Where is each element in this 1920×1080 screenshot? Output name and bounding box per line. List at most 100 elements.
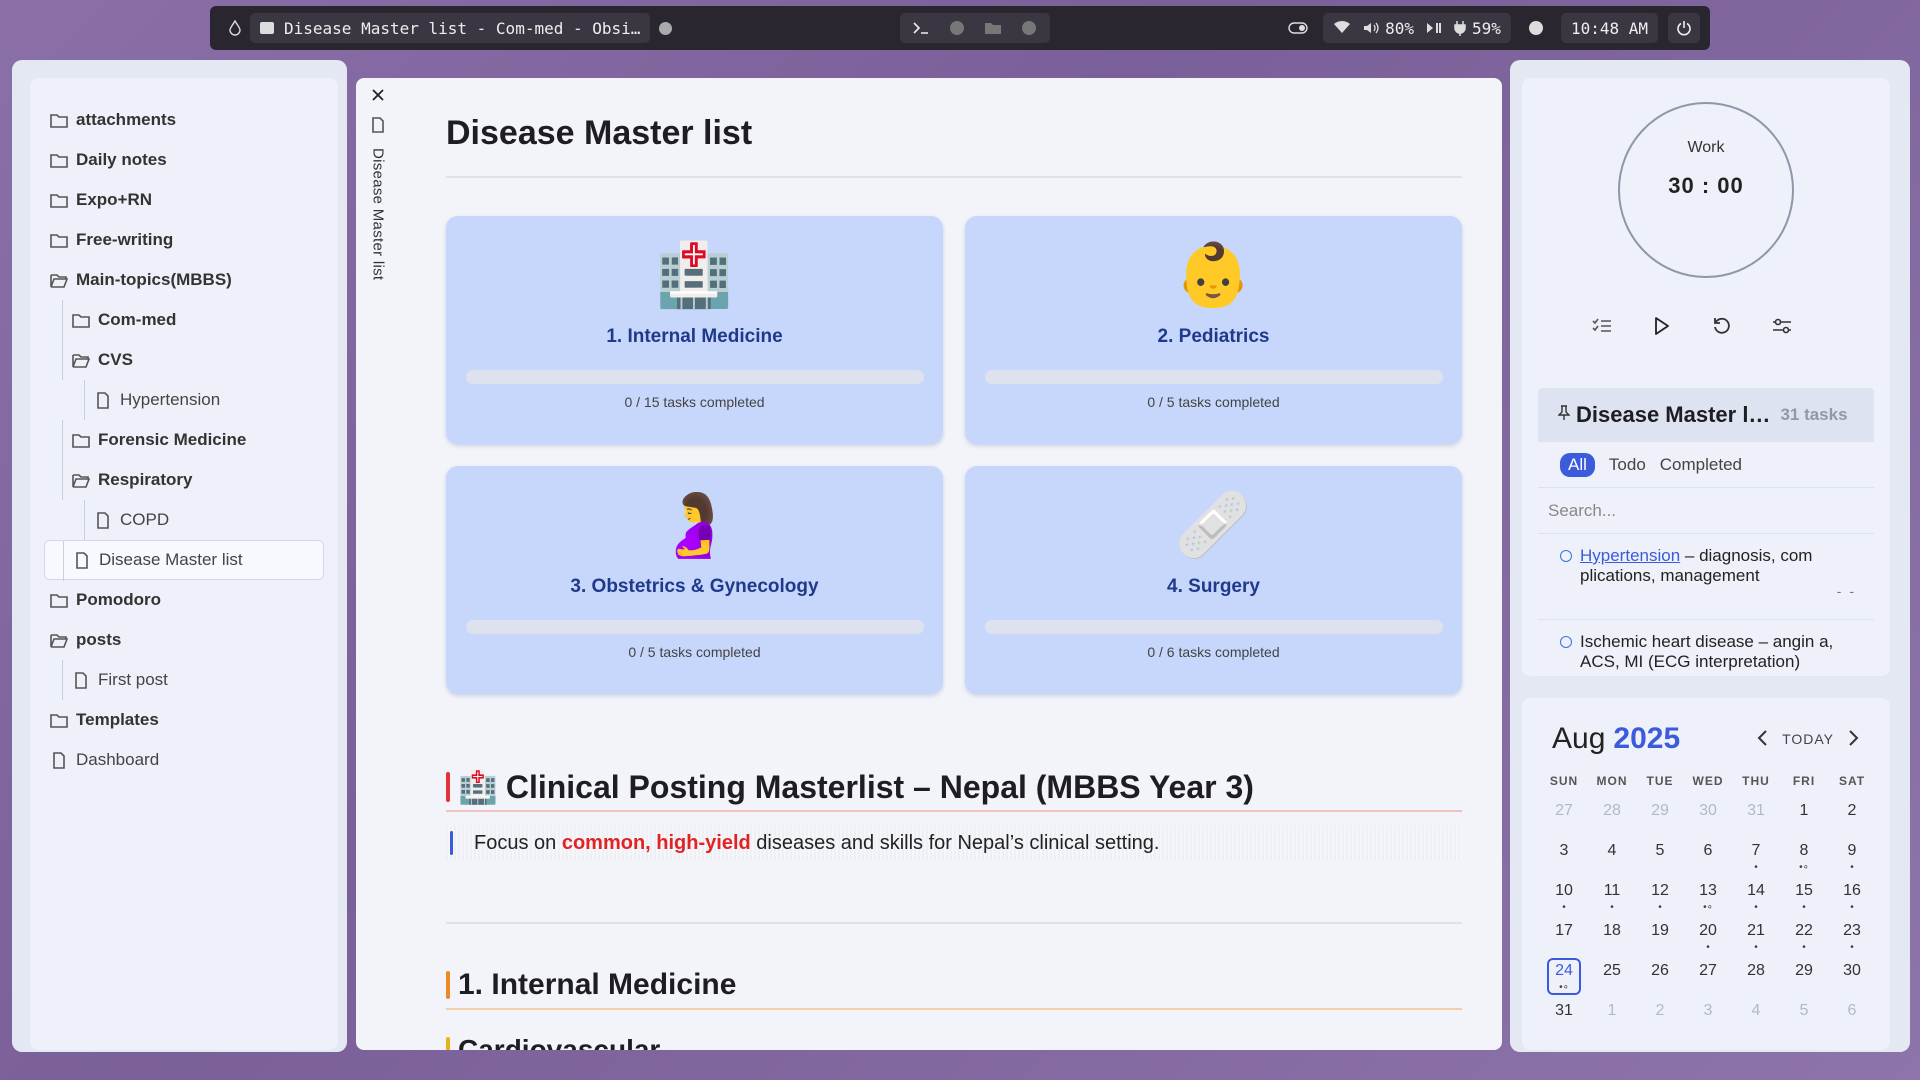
record-icon[interactable] (650, 13, 680, 43)
calendar-day[interactable]: 6 (1684, 836, 1732, 876)
toggle-icon[interactable] (1283, 13, 1313, 43)
specialty-card[interactable]: 🩹 4. Surgery 0 / 6 tasks completed (965, 466, 1462, 694)
calendar-day[interactable]: 12 • (1636, 876, 1684, 916)
chevron-right-icon[interactable] (1848, 729, 1860, 750)
folder-item[interactable]: Forensic Medicine (30, 420, 338, 460)
calendar-day[interactable]: 31 (1732, 796, 1780, 836)
calendar-day[interactable]: 17 (1540, 916, 1588, 956)
clock[interactable]: 10:48 AM (1560, 13, 1658, 43)
calendar-day[interactable]: 29 (1780, 956, 1828, 996)
calendar-day[interactable]: 6 (1828, 996, 1876, 1036)
power-button[interactable] (1668, 13, 1700, 43)
files-icon[interactable] (978, 13, 1008, 43)
task-item[interactable]: Hypertension – diagnosis, com plications… (1538, 534, 1874, 620)
calendar-day[interactable]: 26 (1636, 956, 1684, 996)
calendar-day[interactable]: 10 • (1540, 876, 1588, 916)
calendar-day[interactable]: 28 (1588, 796, 1636, 836)
checkbox-circle-icon[interactable] (1560, 550, 1572, 562)
task-link[interactable]: Hypertension (1580, 546, 1680, 565)
wifi-icon[interactable] (1333, 19, 1351, 38)
folder-item[interactable]: Expo+RN (30, 180, 338, 220)
filter-completed[interactable]: Completed (1660, 455, 1742, 475)
active-window-pill[interactable]: Disease Master list - Com-med - Obsi… (250, 13, 651, 43)
battery-status[interactable]: 59% (1454, 19, 1501, 38)
search-input[interactable] (1548, 500, 1848, 521)
calendar-day[interactable]: 28 (1732, 956, 1780, 996)
calendar-day[interactable]: 25 (1588, 956, 1636, 996)
launcher-icon[interactable] (220, 13, 250, 43)
specialty-card[interactable]: 👶 2. Pediatrics 0 / 5 tasks completed (965, 216, 1462, 444)
telegram-icon[interactable] (1014, 13, 1044, 43)
night-mode-icon[interactable] (1521, 13, 1551, 43)
checkbox-circle-icon[interactable] (1560, 636, 1572, 648)
calendar-day[interactable]: 8 •∘ (1780, 836, 1828, 876)
media-play-pause-icon[interactable] (1426, 19, 1442, 38)
calendar-day[interactable]: 3 (1540, 836, 1588, 876)
calendar-day[interactable]: 21 • (1732, 916, 1780, 956)
calendar-day[interactable]: 13 •∘ (1684, 876, 1732, 916)
calendar-day[interactable]: 23 • (1828, 916, 1876, 956)
specialty-card[interactable]: 🤰 3. Obstetrics & Gynecology 0 / 5 tasks… (446, 466, 943, 694)
day-number: 13 (1699, 882, 1717, 899)
calendar-day[interactable]: 9 • (1828, 836, 1876, 876)
calendar-day[interactable]: 5 (1636, 836, 1684, 876)
calendar-day[interactable]: 20 • (1684, 916, 1732, 956)
folder-item[interactable]: Pomodoro (30, 580, 338, 620)
calendar-day[interactable]: 29 (1636, 796, 1684, 836)
calendar-day[interactable]: 31 (1540, 996, 1588, 1036)
folder-item[interactable]: attachments (30, 100, 338, 140)
calendar-day[interactable]: 7 • (1732, 836, 1780, 876)
file-item[interactable]: Dashboard (30, 740, 338, 780)
calendar-day[interactable]: 30 (1684, 796, 1732, 836)
folder-item[interactable]: Main-topics(MBBS) (30, 260, 338, 300)
folder-item[interactable]: Templates (30, 700, 338, 740)
file-item[interactable]: First post (30, 660, 338, 700)
calendar-day[interactable]: 5 (1780, 996, 1828, 1036)
folder-item[interactable]: Daily notes (30, 140, 338, 180)
folder-item[interactable]: Free-writing (30, 220, 338, 260)
task-list-title[interactable]: Disease Master l… (1576, 402, 1770, 428)
reset-icon[interactable] (1710, 314, 1734, 338)
chevron-left-icon[interactable] (1756, 729, 1768, 750)
calendar-day[interactable]: 11 • (1588, 876, 1636, 916)
calendar-day[interactable]: 19 (1636, 916, 1684, 956)
day-number: 3 (1559, 842, 1569, 859)
folder-item[interactable]: Com-med (30, 300, 338, 340)
vertical-tab[interactable]: Disease Master list (366, 88, 390, 348)
folder-item[interactable]: CVS (30, 340, 338, 380)
browser-icon[interactable] (942, 13, 972, 43)
play-icon[interactable] (1650, 314, 1674, 338)
calendar-day[interactable]: 1 (1588, 996, 1636, 1036)
calendar-day[interactable]: 4 (1588, 836, 1636, 876)
task-list-icon[interactable] (1590, 314, 1614, 338)
today-button[interactable]: TODAY (1782, 731, 1834, 747)
calendar-day[interactable]: 1 (1780, 796, 1828, 836)
calendar-day[interactable]: 2 (1636, 996, 1684, 1036)
terminal-icon[interactable] (906, 13, 936, 43)
file-item[interactable]: Hypertension (30, 380, 338, 420)
specialty-card[interactable]: 🏥 1. Internal Medicine 0 / 15 tasks comp… (446, 216, 943, 444)
task-item[interactable]: Ischemic heart disease – angin a, ACS, M… (1538, 620, 1874, 676)
folder-item[interactable]: Respiratory (30, 460, 338, 500)
close-icon[interactable] (371, 88, 385, 107)
file-item[interactable]: COPD (30, 500, 338, 540)
calendar-day[interactable]: 4 (1732, 996, 1780, 1036)
calendar-day[interactable]: 16 • (1828, 876, 1876, 916)
calendar-day[interactable]: 3 (1684, 996, 1732, 1036)
volume-status[interactable]: 80% (1363, 19, 1414, 38)
filter-todo[interactable]: Todo (1609, 455, 1646, 475)
folder-item[interactable]: posts (30, 620, 338, 660)
calendar-day[interactable]: 14 • (1732, 876, 1780, 916)
pin-icon[interactable] (1557, 404, 1571, 426)
calendar-day[interactable]: 2 (1828, 796, 1876, 836)
file-item[interactable]: Disease Master list (44, 540, 324, 581)
calendar-day-today[interactable]: 24 •∘ (1540, 956, 1588, 996)
filter-all[interactable]: All (1560, 452, 1595, 477)
calendar-day[interactable]: 15 • (1780, 876, 1828, 916)
calendar-day[interactable]: 27 (1540, 796, 1588, 836)
calendar-day[interactable]: 27 (1684, 956, 1732, 996)
calendar-day[interactable]: 30 (1828, 956, 1876, 996)
calendar-day[interactable]: 18 (1588, 916, 1636, 956)
settings-sliders-icon[interactable] (1770, 314, 1794, 338)
calendar-day[interactable]: 22 • (1780, 916, 1828, 956)
